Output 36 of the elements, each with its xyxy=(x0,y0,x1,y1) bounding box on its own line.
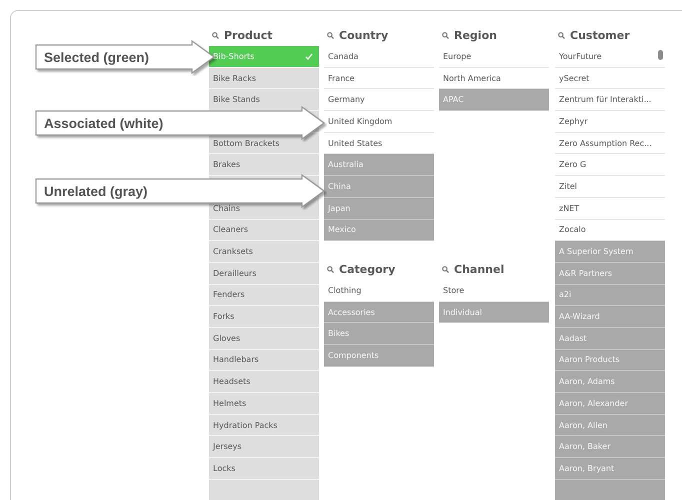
list-item[interactable]: Fenders xyxy=(209,284,319,306)
search-icon[interactable] xyxy=(558,32,565,38)
list-item[interactable]: Cleaners xyxy=(209,220,319,242)
check-icon xyxy=(305,52,313,60)
list-item[interactable]: Helmets xyxy=(209,393,319,415)
filter-title: Category xyxy=(324,258,434,280)
list-item[interactable]: Forks xyxy=(209,306,319,328)
search-icon[interactable] xyxy=(212,32,219,38)
list-item[interactable]: Locks xyxy=(209,458,319,480)
callout-label: Associated (white) xyxy=(44,116,164,131)
list-item[interactable]: Hydration Packs xyxy=(209,414,319,436)
list-item[interactable]: ySecret xyxy=(555,68,665,90)
list-item[interactable]: Jerseys xyxy=(209,436,319,458)
callout-label: Selected (green) xyxy=(44,50,150,65)
filter-title: Region xyxy=(439,24,549,46)
list-item[interactable]: Brakes xyxy=(209,154,319,176)
list-item[interactable]: Headsets xyxy=(209,371,319,393)
list-item[interactable]: Bike Stands xyxy=(209,89,319,112)
list-item[interactable]: Derailleurs xyxy=(209,262,319,285)
search-icon[interactable] xyxy=(327,32,334,38)
search-icon[interactable] xyxy=(442,266,449,272)
list-item[interactable]: France xyxy=(324,68,434,90)
search-icon[interactable] xyxy=(442,32,449,38)
list-item[interactable]: Zocalo xyxy=(555,220,665,242)
scrollbar-thumb[interactable] xyxy=(658,50,663,60)
list-item[interactable]: Handlebars xyxy=(209,350,319,372)
list-item[interactable]: North America xyxy=(439,68,549,90)
list-item[interactable]: Cranksets xyxy=(209,241,319,263)
filter-title: Channel xyxy=(439,258,549,280)
callout-label: Unrelated (gray) xyxy=(44,184,148,199)
list-item[interactable]: Gloves xyxy=(209,328,319,350)
list-item[interactable]: Bike Racks xyxy=(209,68,319,90)
search-icon[interactable] xyxy=(327,266,334,272)
filter-title: Product xyxy=(209,24,319,46)
filter-title: Customer xyxy=(555,24,665,46)
filter-title: Country xyxy=(324,24,434,46)
